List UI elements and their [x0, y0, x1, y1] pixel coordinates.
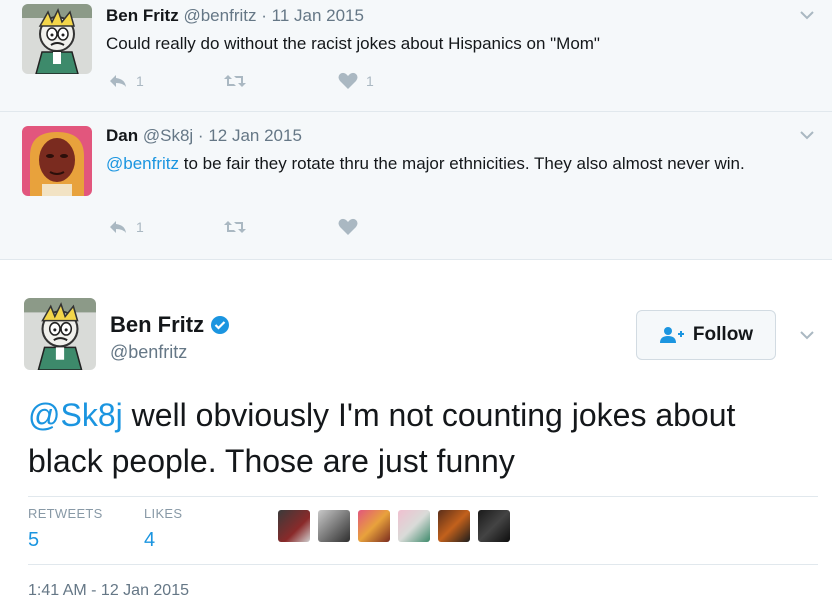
avatar[interactable] — [24, 298, 96, 370]
avatar[interactable] — [22, 126, 92, 196]
tweet-body: well obviously I'm not counting jokes ab… — [28, 397, 736, 479]
tweet-date[interactable]: 11 Jan 2015 — [272, 6, 364, 25]
retweet-button[interactable] — [223, 219, 338, 235]
liker-avatar[interactable] — [278, 510, 310, 542]
verified-badge-icon — [211, 316, 230, 334]
reply-count: 1 — [136, 73, 144, 89]
reply-tweet[interactable]: Ben Fritz @benfritz · 11 Jan 2015 Could … — [0, 0, 832, 112]
tweet-actions: 1 1 — [108, 72, 453, 90]
reply-header: Ben Fritz @benfritz · 11 Jan 2015 — [106, 6, 364, 26]
liker-avatar[interactable] — [438, 510, 470, 542]
follow-label: Follow — [692, 324, 754, 345]
tweet-date[interactable]: 12 Jan 2015 — [208, 126, 302, 145]
avatar[interactable] — [22, 4, 92, 74]
author-name[interactable]: Ben Fritz — [106, 6, 179, 25]
tweet-text: @Sk8j well obviously I'm not counting jo… — [28, 392, 808, 484]
author-name[interactable]: Dan — [106, 126, 138, 145]
reply-arrow-icon — [110, 75, 126, 87]
liker-avatar[interactable] — [478, 510, 510, 542]
separator-dot: · — [261, 6, 267, 25]
reply-header: Dan @Sk8j · 12 Jan 2015 — [106, 126, 302, 146]
likes-label: LIKES — [144, 506, 183, 521]
like-button[interactable] — [338, 218, 453, 236]
reply-button[interactable]: 1 — [108, 219, 223, 235]
likers-avatars — [278, 510, 510, 542]
retweet-icon — [224, 75, 246, 87]
retweets-stat[interactable]: RETWEETS 5 — [28, 506, 103, 552]
retweet-button[interactable] — [223, 73, 338, 89]
author-name[interactable]: Ben Fritz — [110, 312, 204, 338]
divider — [28, 496, 818, 497]
author-handle[interactable]: @Sk8j — [143, 126, 193, 145]
reply-tweet[interactable]: Dan @Sk8j · 12 Jan 2015 @benfritz to be … — [0, 112, 832, 260]
likes-count: 4 — [144, 529, 156, 551]
mention-link[interactable]: @Sk8j — [28, 397, 123, 433]
like-button[interactable]: 1 — [338, 72, 453, 90]
liker-avatar[interactable] — [318, 510, 350, 542]
author-handle[interactable]: @benfritz — [183, 6, 256, 25]
liker-avatar[interactable] — [398, 510, 430, 542]
retweet-icon — [224, 221, 246, 233]
tweet-text: @benfritz to be fair they rotate thru th… — [106, 152, 796, 176]
divider — [28, 564, 818, 565]
reply-count: 1 — [136, 219, 144, 235]
tweet-text: Could really do without the racist jokes… — [106, 34, 600, 53]
author-handle[interactable]: @benfritz — [110, 342, 187, 363]
separator-dot: · — [197, 126, 204, 145]
tweet-timestamp[interactable]: 1:41 AM - 12 Jan 2015 — [28, 582, 189, 600]
reply-arrow-icon — [110, 221, 126, 233]
heart-icon — [338, 218, 358, 235]
retweets-label: RETWEETS — [28, 506, 103, 521]
add-person-icon — [659, 327, 684, 343]
heart-icon — [338, 72, 358, 89]
mention-link[interactable]: @benfritz — [106, 154, 179, 173]
author-name-block: Ben Fritz — [110, 312, 230, 338]
retweets-count: 5 — [28, 529, 40, 551]
liker-avatar[interactable] — [358, 510, 390, 542]
chevron-down-icon[interactable] — [796, 4, 818, 26]
main-tweet: Ben Fritz @benfritz Follow @Sk8j well ob… — [0, 260, 832, 607]
chevron-down-icon[interactable] — [796, 324, 818, 346]
follow-button[interactable]: Follow — [636, 310, 776, 360]
likes-stat[interactable]: LIKES 4 — [144, 506, 182, 552]
chevron-down-icon[interactable] — [796, 124, 818, 146]
tweet-body: to be fair they rotate thru the major et… — [179, 154, 745, 173]
like-count: 1 — [366, 73, 374, 89]
tweet-actions: 1 — [108, 218, 453, 236]
reply-button[interactable]: 1 — [108, 73, 223, 89]
